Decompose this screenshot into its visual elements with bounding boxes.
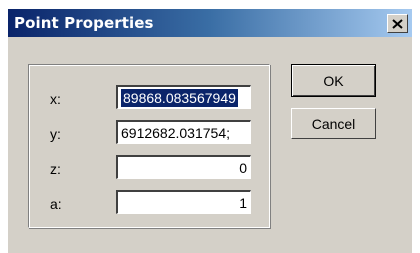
close-icon [392, 18, 403, 29]
a-value: 1 [239, 195, 247, 211]
cancel-button[interactable]: Cancel [291, 108, 376, 139]
z-input[interactable]: 0 [116, 155, 251, 179]
a-input[interactable]: 1 [116, 190, 251, 214]
x-value: 89868.083567949 [121, 89, 238, 107]
x-input[interactable]: 89868.083567949 [116, 85, 251, 109]
close-button[interactable] [387, 14, 408, 33]
dialog-title: Point Properties [14, 14, 154, 32]
a-label: a: [50, 196, 62, 212]
z-value: 0 [239, 160, 247, 176]
ok-button[interactable]: OK [291, 64, 376, 97]
z-label: z: [50, 161, 61, 177]
title-bar[interactable]: Point Properties [8, 9, 412, 37]
x-label: x: [50, 91, 61, 107]
point-properties-dialog: Point Properties x: 89868.083567949 y: 6… [8, 9, 412, 253]
y-label: y: [50, 126, 61, 142]
y-input[interactable]: 6912682.031754; [116, 120, 251, 144]
y-value: 6912682.031754; [121, 125, 230, 141]
